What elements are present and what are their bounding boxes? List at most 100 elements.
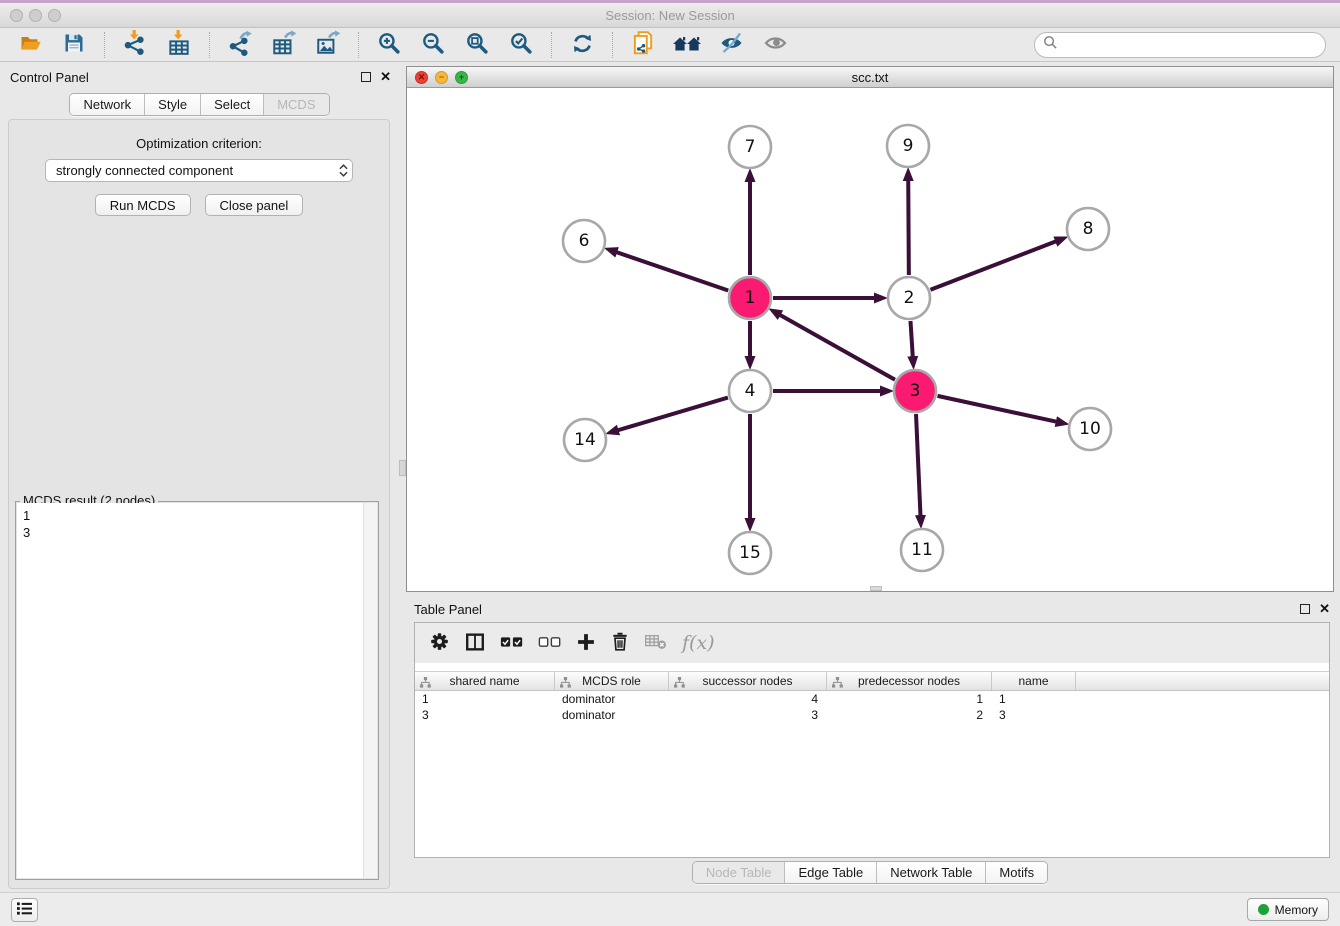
status-bar: Memory	[0, 892, 1340, 926]
add-column-button[interactable]	[576, 628, 596, 658]
delete-table-button[interactable]	[644, 628, 668, 658]
edge-3-11[interactable]	[916, 414, 921, 518]
node-1[interactable]: 1	[729, 277, 771, 319]
network-maximize-button[interactable]: +	[455, 71, 468, 84]
column-header-predecessor-nodes[interactable]: predecessor nodes	[827, 672, 992, 690]
import-table-button[interactable]	[159, 30, 199, 60]
tab-motifs[interactable]: Motifs	[985, 862, 1047, 883]
save-session-button[interactable]	[54, 30, 94, 60]
edge-2-3[interactable]	[910, 321, 912, 359]
zoom-out-button[interactable]	[413, 30, 453, 60]
node-11[interactable]: 11	[901, 529, 943, 571]
edge-2-9[interactable]	[908, 178, 909, 275]
split-view-button[interactable]	[464, 628, 486, 658]
close-table-panel-icon[interactable]: ✕	[1319, 604, 1330, 614]
cell-successor-nodes[interactable]: 3	[669, 708, 827, 722]
tab-mcds[interactable]: MCDS	[263, 94, 328, 115]
select-all-columns-button[interactable]	[500, 628, 524, 658]
node-label-1: 1	[745, 288, 756, 308]
column-header-successor-nodes[interactable]: successor nodes	[669, 672, 827, 690]
cell-name[interactable]: 3	[992, 708, 1076, 722]
zoom-selected-button[interactable]	[501, 30, 541, 60]
run-mcds-button[interactable]: Run MCDS	[95, 194, 191, 216]
node-10[interactable]: 10	[1069, 408, 1111, 450]
splitter-handle[interactable]	[399, 460, 406, 476]
edge-4-14[interactable]	[616, 398, 728, 431]
close-panel-button[interactable]: Close panel	[205, 194, 304, 216]
edge-2-8[interactable]	[930, 241, 1058, 290]
edge-1-6[interactable]	[614, 251, 728, 290]
node-15[interactable]: 15	[729, 532, 771, 574]
import-network-icon	[122, 30, 148, 59]
open-session-button[interactable]	[10, 30, 50, 60]
edge-3-10[interactable]	[937, 396, 1058, 422]
network-canvas[interactable]: 1 2 3 4 6 7 8 9 10 11 14 15	[407, 88, 1333, 591]
column-header-name[interactable]: name	[992, 672, 1076, 690]
vertical-splitter[interactable]	[399, 62, 406, 892]
mcds-result-textarea[interactable]: 1 3	[17, 503, 377, 878]
tab-node-table[interactable]: Node Table	[693, 862, 785, 883]
search-input[interactable]	[1062, 37, 1317, 52]
clone-network-button[interactable]	[623, 30, 663, 60]
search-field[interactable]	[1034, 32, 1326, 58]
node-6[interactable]: 6	[563, 220, 605, 262]
column-header-shared-name[interactable]: shared name	[415, 672, 555, 690]
close-window-button[interactable]	[10, 9, 23, 22]
cell-predecessor-nodes[interactable]: 2	[827, 708, 992, 722]
tab-style[interactable]: Style	[144, 94, 200, 115]
zoom-fit-button[interactable]	[457, 30, 497, 60]
refresh-view-button[interactable]	[562, 30, 602, 60]
cell-name[interactable]: 1	[992, 692, 1076, 706]
column-header-MCDS-role[interactable]: MCDS role	[555, 672, 669, 690]
cell-shared-name[interactable]: 1	[415, 692, 555, 706]
minimize-window-button[interactable]	[29, 9, 42, 22]
zoom-in-button[interactable]	[369, 30, 409, 60]
float-table-panel-icon[interactable]	[1300, 604, 1310, 614]
export-image-button[interactable]	[308, 30, 348, 60]
node-14[interactable]: 14	[564, 419, 606, 461]
function-builder-button[interactable]: f(x)	[682, 628, 715, 658]
node-2[interactable]: 2	[888, 277, 930, 319]
show-all-button[interactable]	[755, 30, 795, 60]
first-neighbors-button[interactable]	[667, 30, 707, 60]
memory-button[interactable]: Memory	[1247, 898, 1329, 921]
node-9[interactable]: 9	[887, 125, 929, 167]
table-row[interactable]: 3dominator323	[415, 707, 1329, 723]
node-label-14: 14	[574, 430, 596, 450]
table-row[interactable]: 1dominator411	[415, 691, 1329, 707]
edge-3-1[interactable]	[778, 314, 895, 380]
node-table: shared nameMCDS rolesuccessor nodesprede…	[415, 671, 1329, 857]
network-close-button[interactable]: ✕	[415, 71, 428, 84]
network-minimize-button[interactable]: −	[435, 71, 448, 84]
cell-shared-name[interactable]: 3	[415, 708, 555, 722]
node-3[interactable]: 3	[894, 370, 936, 412]
node-7[interactable]: 7	[729, 126, 771, 168]
export-network-button[interactable]	[220, 30, 260, 60]
table-settings-button[interactable]	[429, 628, 450, 658]
network-graph[interactable]: 1 2 3 4 6 7 8 9 10 11 14 15	[407, 88, 1333, 591]
network-window-titlebar[interactable]: ✕ − + scc.txt	[407, 67, 1333, 88]
tab-select[interactable]: Select	[200, 94, 263, 115]
close-panel-icon[interactable]: ✕	[380, 72, 391, 82]
zoom-window-button[interactable]	[48, 9, 61, 22]
task-history-button[interactable]	[11, 898, 38, 922]
node-4[interactable]: 4	[729, 370, 771, 412]
cell-MCDS-role[interactable]: dominator	[555, 708, 669, 722]
cell-predecessor-nodes[interactable]: 1	[827, 692, 992, 706]
tab-network-table[interactable]: Network Table	[876, 862, 985, 883]
canvas-scroll-handle[interactable]	[870, 586, 882, 591]
clone-network-icon	[630, 30, 656, 59]
float-panel-icon[interactable]	[361, 72, 371, 82]
tab-network[interactable]: Network	[70, 94, 144, 115]
import-network-button[interactable]	[115, 30, 155, 60]
result-scrollbar[interactable]	[363, 503, 377, 878]
cell-successor-nodes[interactable]: 4	[669, 692, 827, 706]
criterion-dropdown[interactable]: strongly connected component	[45, 159, 353, 182]
deselect-all-columns-button[interactable]	[538, 628, 562, 658]
node-8[interactable]: 8	[1067, 208, 1109, 250]
export-table-button[interactable]	[264, 30, 304, 60]
tab-edge-table[interactable]: Edge Table	[784, 862, 876, 883]
cell-MCDS-role[interactable]: dominator	[555, 692, 669, 706]
delete-column-button[interactable]	[610, 628, 630, 658]
hide-selected-button[interactable]	[711, 30, 751, 60]
